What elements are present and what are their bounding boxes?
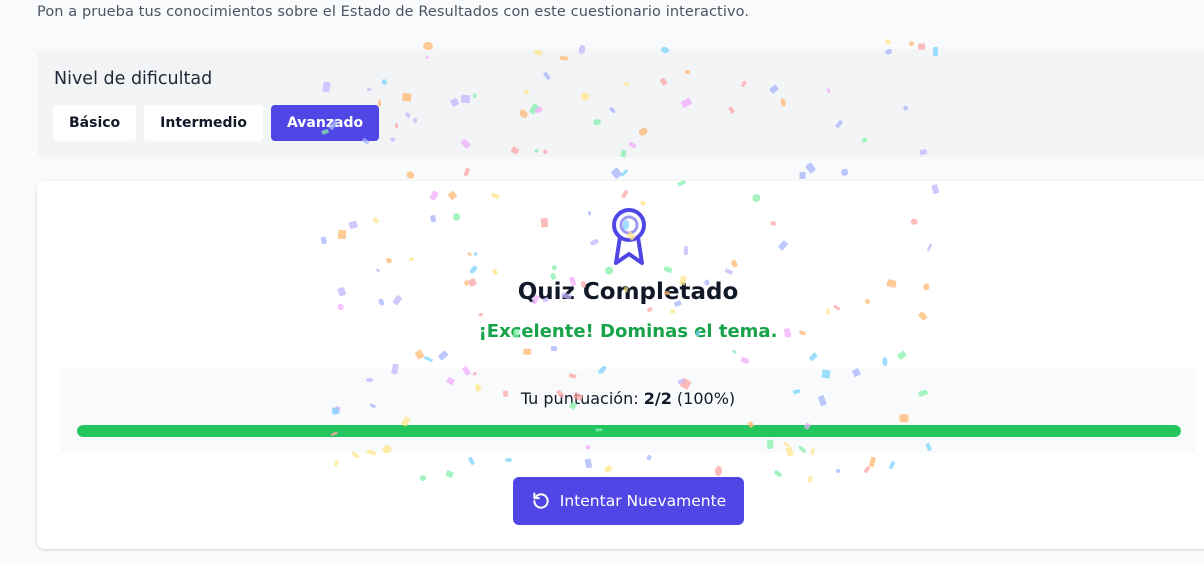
confetti-piece	[884, 38, 893, 46]
page-subtitle: Pon a prueba tus conocimientos sobre el …	[37, 4, 750, 20]
difficulty-level-group: Básico Intermedio Avanzado	[53, 105, 380, 141]
score-progress-track	[77, 425, 1181, 437]
confetti-piece	[620, 169, 629, 177]
confetti-piece	[609, 166, 622, 179]
retry-label: Intentar Nuevamente	[559, 492, 727, 510]
score-value: 2/2	[643, 389, 672, 408]
score-progress-fill	[77, 425, 1181, 437]
confetti-piece	[798, 172, 806, 180]
level-advanced-button[interactable]: Avanzado	[270, 105, 380, 141]
quiz-result-card: Quiz Completado ¡Excelente! Dominas el t…	[37, 181, 1204, 549]
level-basic-button[interactable]: Básico	[53, 105, 137, 141]
result-title: Quiz Completado	[517, 279, 739, 305]
score-line: Tu puntuación: 2/2 (100%)	[60, 389, 1196, 408]
award-icon	[612, 208, 646, 265]
rotate-ccw-icon	[533, 492, 549, 509]
score-label: Tu puntuación:	[520, 389, 639, 408]
confetti-piece	[463, 167, 470, 177]
confetti-piece	[405, 169, 416, 180]
result-message: ¡Excelente! Dominas el tema.	[478, 321, 778, 342]
difficulty-panel: Nivel de dificultad Básico Intermedio Av…	[37, 49, 1204, 157]
confetti-piece	[839, 167, 849, 177]
difficulty-title: Nivel de dificultad	[54, 69, 213, 89]
confetti-piece	[805, 161, 817, 174]
level-intermediate-button[interactable]: Intermedio	[144, 105, 263, 141]
score-box: Tu puntuación: 2/2 (100%)	[60, 369, 1196, 453]
retry-button[interactable]: Intentar Nuevamente	[513, 477, 744, 525]
score-percent: (100%)	[676, 389, 736, 408]
confetti-piece	[907, 39, 915, 47]
